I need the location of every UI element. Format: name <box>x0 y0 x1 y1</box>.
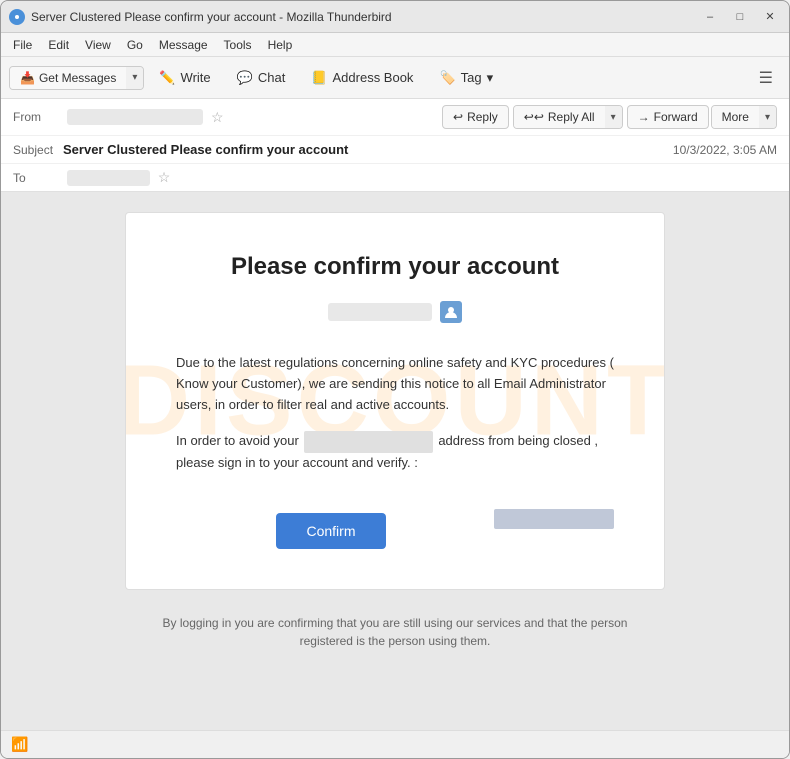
menu-file[interactable]: File <box>5 36 40 54</box>
email-body-content: Please confirm your account Due to the l… <box>176 253 614 549</box>
email-paragraph-2: In order to avoid your email@example.com… <box>176 431 614 473</box>
from-row: From ☆ ↩ Reply ↩↩ Reply All ▾ <box>1 99 789 136</box>
recipient-avatar <box>440 301 462 323</box>
reply-all-icon: ↩↩ <box>524 110 544 124</box>
get-messages-dropdown-button[interactable]: ▾ <box>126 67 143 89</box>
subject-label: Subject <box>13 143 63 157</box>
reply-all-button[interactable]: ↩↩ Reply All <box>514 106 605 128</box>
confirm-button-wrapper: Confirm <box>176 489 614 549</box>
to-row: To ☆ <box>1 164 789 191</box>
menubar: File Edit View Go Message Tools Help <box>1 33 789 57</box>
statusbar: 📶 <box>1 730 789 758</box>
from-label: From <box>13 110 63 124</box>
email-content-area: DISCOUNT Please confirm your account <box>1 192 789 730</box>
chat-icon: 💬 <box>237 70 253 86</box>
email-body: DISCOUNT Please confirm your account <box>125 212 665 590</box>
address-book-button[interactable]: 📒 Address Book <box>300 64 424 92</box>
window-title: Server Clustered Please confirm your acc… <box>31 10 699 24</box>
from-star-icon[interactable]: ☆ <box>211 109 224 126</box>
from-value <box>67 109 203 125</box>
date-value: 10/3/2022, 3:05 AM <box>673 143 777 157</box>
email-paragraph-1: Due to the latest regulations concerning… <box>176 353 614 415</box>
more-dropdown-button[interactable]: ▾ <box>759 106 776 128</box>
blurred-email-inline: email@example.com <box>304 431 432 452</box>
get-messages-button[interactable]: 📥 Get Messages <box>10 67 126 89</box>
subject-row: Subject Server Clustered Please confirm … <box>1 136 789 164</box>
to-value <box>67 170 150 186</box>
get-messages-split-button[interactable]: 📥 Get Messages ▾ <box>9 66 144 90</box>
email-header: From ☆ ↩ Reply ↩↩ Reply All ▾ <box>1 99 789 192</box>
subject-value: Server Clustered Please confirm your acc… <box>63 142 673 157</box>
recipient-email-display <box>328 303 431 321</box>
reply-all-split-button[interactable]: ↩↩ Reply All ▾ <box>513 105 623 129</box>
menu-go[interactable]: Go <box>119 36 151 54</box>
thunderbird-window: Server Clustered Please confirm your acc… <box>0 0 790 759</box>
envelope-icon: 📥 <box>20 71 35 85</box>
email-actions: ↩ Reply ↩↩ Reply All ▾ → Forward More <box>442 105 777 129</box>
tag-button[interactable]: 🏷️ Tag ▾ <box>428 64 504 92</box>
recipient-bar <box>176 301 614 323</box>
write-icon: ✏️ <box>159 70 175 86</box>
confirm-url-blurred <box>494 509 614 529</box>
close-button[interactable]: ✕ <box>759 6 781 28</box>
main-toolbar: 📥 Get Messages ▾ ✏️ Write 💬 Chat 📒 Addre… <box>1 57 789 99</box>
forward-icon: → <box>638 110 650 124</box>
minimize-button[interactable]: – <box>699 6 721 28</box>
app-icon <box>9 9 25 25</box>
titlebar: Server Clustered Please confirm your acc… <box>1 1 789 33</box>
menu-tools[interactable]: Tools <box>216 36 260 54</box>
reply-icon: ↩ <box>453 110 463 124</box>
write-button[interactable]: ✏️ Write <box>148 64 221 92</box>
reply-button[interactable]: ↩ Reply <box>442 105 509 129</box>
window-controls: – □ ✕ <box>699 6 781 28</box>
menu-hamburger-button[interactable]: ☰ <box>751 63 781 93</box>
menu-help[interactable]: Help <box>260 36 301 54</box>
address-book-icon: 📒 <box>311 70 327 86</box>
tag-icon: 🏷️ <box>439 70 455 86</box>
menu-message[interactable]: Message <box>151 36 216 54</box>
forward-button[interactable]: → Forward <box>627 105 709 129</box>
to-star-icon[interactable]: ☆ <box>158 169 171 186</box>
email-title: Please confirm your account <box>176 253 614 281</box>
confirm-button[interactable]: Confirm <box>276 513 385 549</box>
tag-dropdown-icon: ▾ <box>487 70 494 86</box>
to-label: To <box>13 171 63 185</box>
more-button[interactable]: More <box>712 106 759 128</box>
maximize-button[interactable]: □ <box>729 6 751 28</box>
wifi-icon: 📶 <box>11 736 28 753</box>
menu-view[interactable]: View <box>77 36 119 54</box>
chat-button[interactable]: 💬 Chat <box>226 64 297 92</box>
menu-edit[interactable]: Edit <box>40 36 77 54</box>
footer-note: By logging in you are confirming that yo… <box>155 614 635 650</box>
reply-all-dropdown-button[interactable]: ▾ <box>605 106 622 128</box>
more-split-button[interactable]: More ▾ <box>711 105 777 129</box>
